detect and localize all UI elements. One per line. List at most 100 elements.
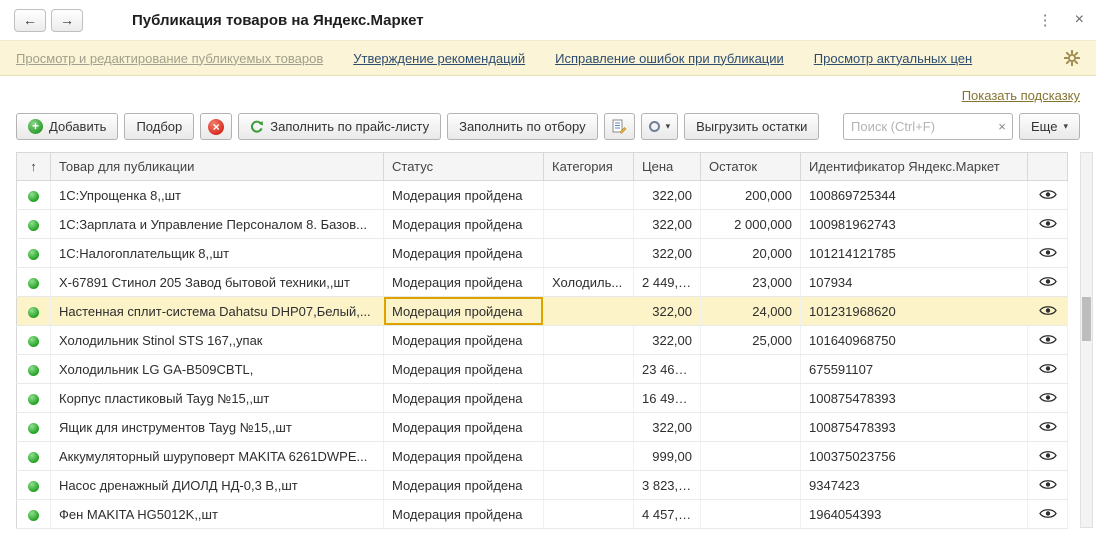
eye-icon[interactable] bbox=[1039, 508, 1057, 519]
table-row[interactable]: 1С:Налогоплательщик 8,,штМодерация пройд… bbox=[17, 239, 1068, 268]
table-row[interactable]: X-67891 Стинол 205 Завод бытовой техники… bbox=[17, 268, 1068, 297]
cell-id[interactable]: 101640968750 bbox=[801, 326, 1028, 355]
table-row[interactable]: Настенная сплит-система Dahatsu DHP07,Бе… bbox=[17, 297, 1068, 326]
cell-stock[interactable]: 2 000,000 bbox=[701, 210, 801, 239]
window-more-icon[interactable]: ⋮ bbox=[1038, 11, 1053, 29]
more-button[interactable]: Еще ▾ bbox=[1019, 113, 1080, 140]
cell-stock[interactable]: 200,000 bbox=[701, 181, 801, 210]
cell-category[interactable] bbox=[544, 442, 634, 471]
upload-stock-button[interactable]: Выгрузить остатки bbox=[684, 113, 819, 140]
cell-category[interactable] bbox=[544, 239, 634, 268]
cell-category[interactable] bbox=[544, 297, 634, 326]
table-row[interactable]: 1С:Зарплата и Управление Персоналом 8. Б… bbox=[17, 210, 1068, 239]
cell-product[interactable]: 1С:Упрощенка 8,,шт bbox=[51, 181, 384, 210]
pick-button[interactable]: Подбор bbox=[124, 113, 194, 140]
eye-icon[interactable] bbox=[1039, 218, 1057, 229]
cell-stock[interactable] bbox=[701, 355, 801, 384]
cell-price[interactable]: 322,00 bbox=[634, 297, 701, 326]
table-row[interactable]: Фен MAKITA HG5012K,,штМодерация пройдена… bbox=[17, 500, 1068, 529]
cell-product[interactable]: Аккумуляторный шуруповерт MAKITA 6261DWP… bbox=[51, 442, 384, 471]
scrollbar-thumb[interactable] bbox=[1082, 297, 1091, 341]
cell-status[interactable]: Модерация пройдена bbox=[384, 181, 544, 210]
cell-price[interactable]: 4 457,00 bbox=[634, 500, 701, 529]
cell-price[interactable]: 322,00 bbox=[634, 181, 701, 210]
cell-status[interactable]: Модерация пройдена bbox=[384, 326, 544, 355]
header-category[interactable]: Категория bbox=[544, 153, 634, 181]
search-clear-icon[interactable]: × bbox=[992, 119, 1012, 134]
cell-category[interactable] bbox=[544, 181, 634, 210]
eye-icon[interactable] bbox=[1039, 305, 1057, 316]
cell-price[interactable]: 322,00 bbox=[634, 413, 701, 442]
cell-product[interactable]: Холодильник LG GA-B509CBTL, bbox=[51, 355, 384, 384]
cell-category[interactable] bbox=[544, 384, 634, 413]
cell-status[interactable]: Модерация пройдена bbox=[384, 268, 544, 297]
cell-price[interactable]: 999,00 bbox=[634, 442, 701, 471]
cell-category[interactable] bbox=[544, 500, 634, 529]
cell-category[interactable] bbox=[544, 471, 634, 500]
cell-price[interactable]: 322,00 bbox=[634, 239, 701, 268]
table-row[interactable]: Насос дренажный ДИОЛД НД-0,3 В,,штМодера… bbox=[17, 471, 1068, 500]
cell-stock[interactable] bbox=[701, 500, 801, 529]
settings-gear-icon[interactable] bbox=[1064, 50, 1080, 66]
window-close-icon[interactable]: × bbox=[1075, 11, 1084, 29]
cell-id[interactable]: 107934 bbox=[801, 268, 1028, 297]
cell-price[interactable]: 3 823,00 bbox=[634, 471, 701, 500]
cell-status[interactable]: Модерация пройдена bbox=[384, 210, 544, 239]
cell-product[interactable]: Насос дренажный ДИОЛД НД-0,3 В,,шт bbox=[51, 471, 384, 500]
cell-stock[interactable]: 25,000 bbox=[701, 326, 801, 355]
eye-icon[interactable] bbox=[1039, 334, 1057, 345]
table-row[interactable]: Ящик для инструментов Tayg №15,,штМодера… bbox=[17, 413, 1068, 442]
link-view-edit-products[interactable]: Просмотр и редактирование публикуемых то… bbox=[16, 51, 323, 66]
cell-status[interactable]: Модерация пройдена bbox=[384, 297, 544, 326]
show-hint-link[interactable]: Показать подсказку bbox=[962, 88, 1080, 103]
cell-id[interactable]: 100981962743 bbox=[801, 210, 1028, 239]
cell-category[interactable] bbox=[544, 326, 634, 355]
search-input[interactable] bbox=[844, 119, 992, 134]
cell-status[interactable]: Модерация пройдена bbox=[384, 239, 544, 268]
cell-category[interactable]: Холодиль... bbox=[544, 268, 634, 297]
cell-id[interactable]: 100875478393 bbox=[801, 413, 1028, 442]
cell-status[interactable]: Модерация пройдена bbox=[384, 355, 544, 384]
fill-from-pricelist-button[interactable]: Заполнить по прайс-листу bbox=[238, 113, 441, 140]
eye-icon[interactable] bbox=[1039, 392, 1057, 403]
cell-product[interactable]: X-67891 Стинол 205 Завод бытовой техники… bbox=[51, 268, 384, 297]
link-approve-recommendations[interactable]: Утверждение рекомендаций bbox=[353, 51, 525, 66]
eye-icon[interactable] bbox=[1039, 479, 1057, 490]
table-row[interactable]: Корпус пластиковый Tayg №15,,штМодерация… bbox=[17, 384, 1068, 413]
status-marker-dropdown[interactable]: ▾ bbox=[641, 113, 679, 140]
cell-id[interactable]: 9347423 bbox=[801, 471, 1028, 500]
edit-list-button[interactable] bbox=[604, 113, 635, 140]
header-status[interactable]: Статус bbox=[384, 153, 544, 181]
eye-icon[interactable] bbox=[1039, 276, 1057, 287]
table-row[interactable]: 1С:Упрощенка 8,,штМодерация пройдена 322,… bbox=[17, 181, 1068, 210]
back-button[interactable]: ← bbox=[14, 9, 46, 32]
cell-category[interactable] bbox=[544, 355, 634, 384]
header-id[interactable]: Идентификатор Яндекс.Маркет bbox=[801, 153, 1028, 181]
cell-product[interactable]: Корпус пластиковый Tayg №15,,шт bbox=[51, 384, 384, 413]
cell-status[interactable]: Модерация пройдена bbox=[384, 384, 544, 413]
sort-indicator-header[interactable]: ↑ bbox=[17, 153, 51, 181]
cell-status[interactable]: Модерация пройдена bbox=[384, 471, 544, 500]
link-fix-publication-errors[interactable]: Исправление ошибок при публикации bbox=[555, 51, 784, 66]
fill-from-selection-button[interactable]: Заполнить по отбору bbox=[447, 113, 597, 140]
vertical-scrollbar[interactable] bbox=[1080, 152, 1093, 528]
eye-icon[interactable] bbox=[1039, 421, 1057, 432]
cell-status[interactable]: Модерация пройдена bbox=[384, 500, 544, 529]
table-row[interactable]: Холодильник LG GA-B509CBTL,Модерация про… bbox=[17, 355, 1068, 384]
cell-stock[interactable]: 20,000 bbox=[701, 239, 801, 268]
header-stock[interactable]: Остаток bbox=[701, 153, 801, 181]
cell-stock[interactable] bbox=[701, 442, 801, 471]
header-product[interactable]: Товар для публикации bbox=[51, 153, 384, 181]
cell-price[interactable]: 322,00 bbox=[634, 210, 701, 239]
cell-price[interactable]: 16 490,00 bbox=[634, 384, 701, 413]
cell-product[interactable]: Фен MAKITA HG5012K,,шт bbox=[51, 500, 384, 529]
cell-category[interactable] bbox=[544, 413, 634, 442]
add-button[interactable]: + Добавить bbox=[16, 113, 118, 140]
cell-price[interactable]: 322,00 bbox=[634, 326, 701, 355]
cell-product[interactable]: Холодильник Stinol STS 167,,упак bbox=[51, 326, 384, 355]
cell-product[interactable]: 1С:Налогоплательщик 8,,шт bbox=[51, 239, 384, 268]
cell-id[interactable]: 101214121785 bbox=[801, 239, 1028, 268]
cell-status[interactable]: Модерация пройдена bbox=[384, 413, 544, 442]
forward-button[interactable]: → bbox=[51, 9, 83, 32]
cell-price[interactable]: 23 462,00 bbox=[634, 355, 701, 384]
